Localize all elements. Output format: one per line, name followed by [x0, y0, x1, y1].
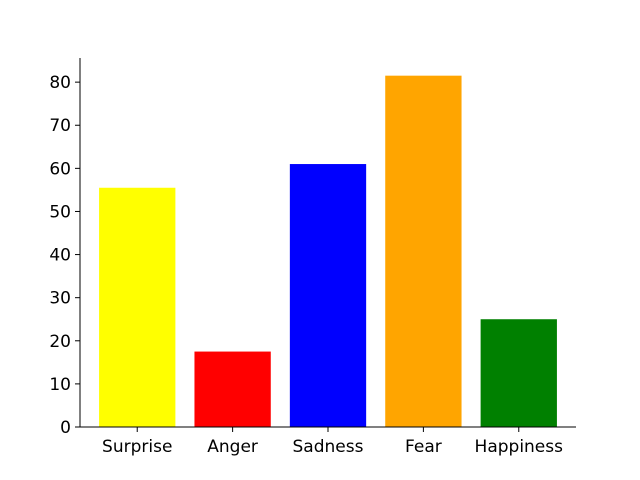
y-tick-label: 0	[60, 418, 71, 438]
bar-fear	[385, 75, 462, 427]
y-tick-label: 30	[49, 289, 71, 309]
bar-sadness	[289, 164, 367, 428]
bar-anger	[194, 351, 271, 427]
y-tick-label: 50	[49, 202, 71, 222]
y-tick-label: 40	[49, 246, 71, 266]
x-tick-label: Anger	[207, 437, 258, 457]
bar-surprise	[99, 187, 176, 427]
y-axis-ticks: 0 10 20 30 40 50 60 70 80	[49, 73, 80, 438]
bars-group	[99, 75, 557, 428]
bar-chart: Surprise Anger Sadness Fear Happiness 0 10 20 3…	[49, 58, 576, 457]
x-axis-ticks: Surprise Anger Sadness Fear Happiness	[102, 427, 563, 457]
y-tick-label: 80	[49, 73, 71, 93]
y-tick-label: 70	[49, 116, 71, 136]
x-tick-label: Fear	[405, 437, 442, 457]
y-tick-label: 10	[49, 375, 71, 395]
y-tick-label: 60	[49, 159, 71, 179]
bar-happiness	[480, 319, 557, 427]
y-tick-label: 20	[49, 332, 71, 352]
x-tick-label: Happiness	[475, 437, 564, 457]
x-tick-label: Sadness	[293, 437, 364, 457]
x-tick-label: Surprise	[102, 437, 172, 457]
